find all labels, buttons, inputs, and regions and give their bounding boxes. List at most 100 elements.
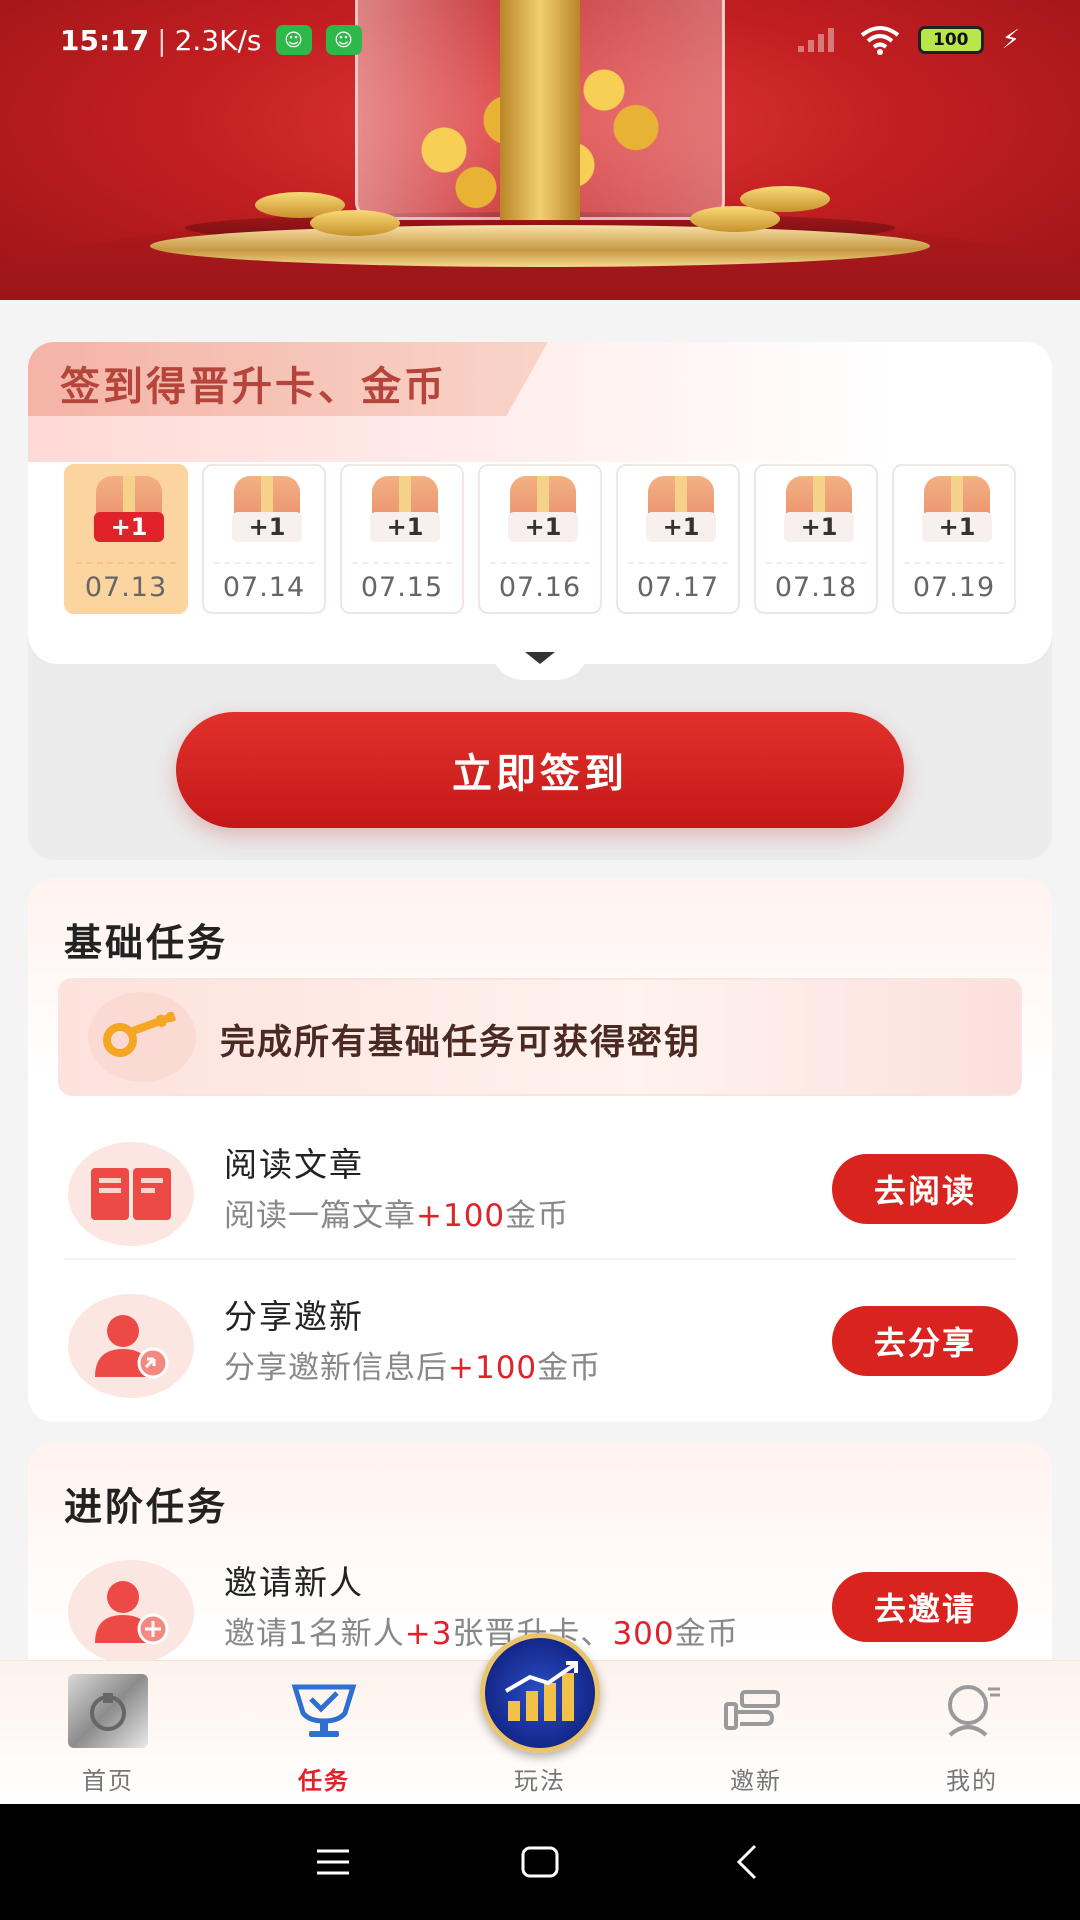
divider (904, 562, 1004, 564)
reward-badge: +1 (94, 512, 164, 542)
go-read-button[interactable]: 去阅读 (832, 1154, 1018, 1224)
notification-app-icon: ☺ (275, 25, 312, 55)
bottom-nav: 首页 任务 玩法 邀新 我的 (0, 1633, 1080, 1804)
desc-highlight: 300 (612, 1616, 675, 1652)
home-thumbnail (68, 1674, 148, 1748)
book-icon (91, 1168, 171, 1220)
nav-label: 首页 (82, 1767, 134, 1795)
desc-text: 金币 (505, 1198, 570, 1234)
nav-label: 任务 (298, 1767, 350, 1795)
signin-now-button[interactable]: 立即签到 (176, 712, 904, 828)
battery-indicator: 100 (917, 26, 984, 54)
signin-day-0713[interactable]: +1 07.13 (64, 464, 188, 614)
task-name: 分享邀新 (224, 1297, 364, 1336)
nav-label: 玩法 (514, 1767, 566, 1795)
banner-gold-stage (150, 225, 930, 267)
status-time: 15:17 (60, 23, 150, 57)
task-description: 分享邀新信息后+100金币 (224, 1342, 601, 1387)
trophy-check-icon (284, 1675, 364, 1747)
home-icon (68, 1674, 148, 1748)
invite-icon-badge (68, 1560, 194, 1664)
nav-gameplay[interactable]: 玩法 (432, 1633, 648, 1804)
growth-chart-icon (480, 1633, 600, 1753)
nav-tasks[interactable]: 任务 (216, 1661, 432, 1804)
coin-icon (310, 210, 400, 236)
desc-text: 邀请1名新人 (224, 1616, 405, 1652)
home-square-icon[interactable] (510, 1832, 570, 1892)
key-icon-badge (88, 992, 196, 1082)
divider (628, 562, 728, 564)
key-banner-text: 完成所有基础任务可获得密钥 (220, 1023, 702, 1063)
task-name: 邀请新人 (224, 1563, 364, 1602)
signin-day-0719[interactable]: +1 07.19 (892, 464, 1016, 614)
system-nav-bar (0, 1804, 1080, 1920)
go-share-button[interactable]: 去分享 (832, 1306, 1018, 1376)
back-icon[interactable] (717, 1832, 777, 1892)
status-separator: | (157, 23, 167, 57)
day-date: 07.15 (360, 572, 444, 603)
nav-mine[interactable]: 我的 (864, 1661, 1080, 1804)
network-speed: 2.3K/s (174, 23, 262, 57)
task-description: 阅读一篇文章+100金币 (224, 1190, 569, 1235)
share-user-icon (95, 1315, 169, 1379)
signin-day-0717[interactable]: +1 07.17 (616, 464, 740, 614)
row-divider (64, 1258, 1016, 1260)
signin-day-0714[interactable]: +1 07.14 (202, 464, 326, 614)
basic-tasks-title: 基础任务 (64, 921, 229, 965)
task-row-read: 阅读文章 阅读一篇文章+100金币 去阅读 (28, 1122, 1052, 1272)
chevron-down-icon[interactable] (525, 652, 555, 664)
task-description: 邀请1名新人+3张晋升卡、300金币 (224, 1608, 739, 1653)
signin-day-0716[interactable]: +1 07.16 (478, 464, 602, 614)
task-name: 阅读文章 (224, 1145, 364, 1184)
status-bar: 15:17 | 2.3K/s ☺ ☺ 100 ⚡ (0, 0, 1080, 80)
signin-day-0718[interactable]: +1 07.18 (754, 464, 878, 614)
day-date: 07.17 (636, 572, 720, 603)
desc-highlight: +100 (416, 1198, 506, 1234)
desc-highlight: +3 (404, 1616, 453, 1652)
reward-badge: +1 (646, 512, 716, 542)
divider (490, 562, 590, 564)
day-date: 07.19 (912, 572, 996, 603)
share-icon-badge (68, 1294, 194, 1398)
desc-text: 分享邀新信息后 (224, 1350, 448, 1386)
desc-text: 金币 (537, 1350, 602, 1386)
reward-badge: +1 (232, 512, 302, 542)
charging-icon: ⚡ (1001, 25, 1020, 55)
desc-text: 金币 (674, 1616, 739, 1652)
signin-panel: 签到得晋升卡、金币 +1 07.13 +1 07.14 +1 07.15 +1 … (28, 342, 1052, 664)
nav-label: 我的 (946, 1767, 998, 1795)
signin-card: 签到得晋升卡、金币 +1 07.13 +1 07.14 +1 07.15 +1 … (28, 342, 1052, 860)
day-date: 07.14 (222, 572, 306, 603)
go-invite-button[interactable]: 去邀请 (832, 1572, 1018, 1642)
coin-icon (740, 186, 830, 212)
advanced-tasks-title: 进阶任务 (64, 1485, 229, 1529)
desc-highlight: +100 (448, 1350, 538, 1386)
reward-badge: +1 (370, 512, 440, 542)
nav-invite[interactable]: 邀新 (648, 1661, 864, 1804)
invite-user-icon (95, 1581, 169, 1645)
divider (76, 562, 176, 564)
basic-tasks-card: 基础任务 完成所有基础任务可获得密钥 阅读文章 阅读一篇文章+100金币 去阅读… (28, 878, 1052, 1422)
reward-badge: +1 (784, 512, 854, 542)
profile-bust-icon (932, 1675, 1012, 1747)
divider (766, 562, 866, 564)
signin-days: +1 07.13 +1 07.14 +1 07.15 +1 07.16 +1 0… (64, 464, 1016, 614)
day-date: 07.16 (498, 572, 582, 603)
notification-app-icon: ☺ (325, 25, 362, 55)
menu-icon[interactable] (303, 1832, 363, 1892)
signal-icon (797, 28, 834, 52)
reward-badge: +1 (508, 512, 578, 542)
day-date: 07.13 (84, 572, 168, 603)
handshake-icon (716, 1675, 796, 1747)
key-icon (103, 1012, 176, 1057)
signin-day-0715[interactable]: +1 07.15 (340, 464, 464, 614)
desc-text: 阅读一篇文章 (224, 1198, 416, 1234)
key-reward-banner: 完成所有基础任务可获得密钥 (58, 978, 1022, 1096)
day-date: 07.18 (774, 572, 858, 603)
nav-home[interactable]: 首页 (0, 1661, 216, 1804)
task-row-share: 分享邀新 分享邀新信息后+100金币 去分享 (28, 1274, 1052, 1424)
read-icon-badge (68, 1142, 194, 1246)
nav-label: 邀新 (730, 1767, 782, 1795)
divider (352, 562, 452, 564)
signin-title: 签到得晋升卡、金币 (60, 364, 447, 410)
